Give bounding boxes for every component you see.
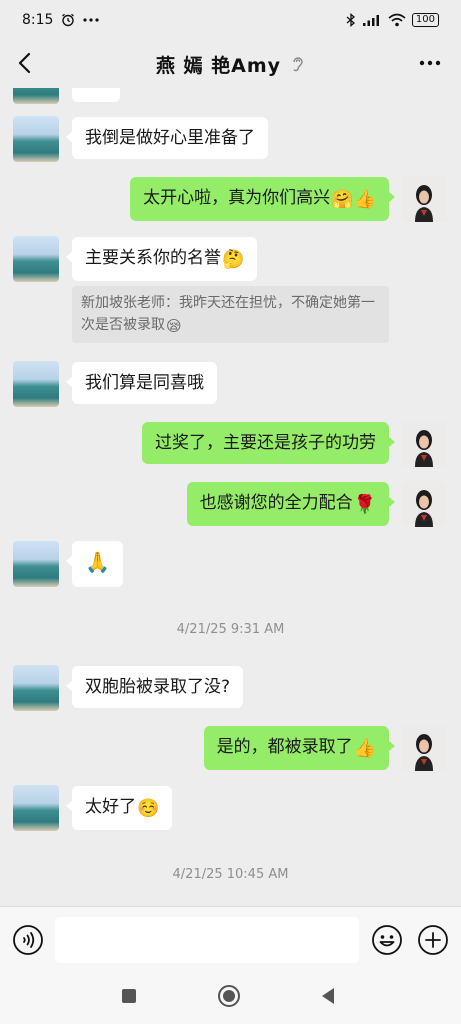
- message-bubble-outgoing[interactable]: 是的，都被录取了👍: [203, 726, 396, 770]
- message-bubble-incoming[interactable]: 主要关系你的名誉🤔: [65, 237, 258, 281]
- contact-avatar[interactable]: [13, 361, 59, 407]
- timestamp: 4/21/25 10:45 AM: [172, 867, 289, 882]
- recent-apps-icon[interactable]: [117, 984, 141, 1008]
- contact-avatar[interactable]: [13, 785, 59, 831]
- message-bubble-incoming[interactable]: 双胞胎被录取了没?: [65, 666, 244, 708]
- nav-back-icon[interactable]: [317, 984, 341, 1008]
- message-input[interactable]: [55, 917, 359, 963]
- chat-title: 燕 嫣 艳Amy: [155, 54, 282, 77]
- my-avatar[interactable]: [401, 421, 447, 467]
- message-text: 是的，都被录取了: [216, 737, 353, 757]
- signal-icon: [362, 15, 379, 26]
- hug-thumbs-up-emoji: 🤗👍: [331, 189, 376, 210]
- chat-header: 燕 嫣 艳Amy: [0, 40, 461, 88]
- status-time: 8:15: [22, 12, 54, 28]
- status-bar: 8:15 100: [0, 0, 461, 40]
- wifi-icon: [388, 13, 406, 27]
- earpiece-icon: [293, 57, 303, 72]
- emoji-icon[interactable]: [371, 924, 403, 956]
- more-options-icon[interactable]: [417, 50, 443, 76]
- message-bubble-outgoing[interactable]: 也感谢您的全力配合🌹: [186, 482, 396, 526]
- message-text: 过奖了，主要还是孩子的功劳: [155, 433, 376, 453]
- rose-emoji: 🌹: [353, 494, 376, 515]
- message-text: 太开心啦，真为你们高兴: [143, 188, 331, 208]
- plus-icon[interactable]: [417, 924, 449, 956]
- message-bubble-incoming[interactable]: 我们算是同喜哦: [66, 362, 217, 404]
- message-text: 主要关系你的名誉: [85, 248, 221, 268]
- more-dots-icon: [83, 18, 100, 22]
- my-avatar[interactable]: [401, 725, 447, 771]
- contact-avatar[interactable]: [13, 665, 59, 711]
- contact-avatar[interactable]: [13, 236, 59, 282]
- profile-photo: [401, 481, 447, 527]
- message-text: 太好了: [85, 797, 136, 817]
- input-bar: [0, 906, 461, 970]
- contact-avatar[interactable]: [13, 116, 59, 162]
- message-bubble-partial[interactable]: [72, 88, 120, 102]
- profile-photo: [401, 725, 447, 771]
- message-text: 我倒是做好心里准备了: [85, 128, 255, 148]
- pray-emoji: 🙏: [85, 550, 110, 574]
- message-list[interactable]: 我倒是做好心里准备了 太开心啦，真为你们高兴🤗👍 主要关系你的名誉🤔 新加坡张老…: [0, 88, 461, 906]
- message-bubble-incoming[interactable]: 太好了☺️: [65, 786, 173, 830]
- alarm-icon: [62, 13, 75, 27]
- thinking-emoji: 🤔: [222, 249, 245, 270]
- message-bubble-outgoing[interactable]: 太开心啦，真为你们高兴🤗👍: [130, 177, 395, 221]
- message-text: 我们算是同喜哦: [85, 373, 204, 393]
- message-text: 双胞胎被录取了没?: [85, 677, 231, 697]
- quoted-text: 新加坡张老师：我昨天还在担忧，不确定她第一次是否被录取: [81, 295, 375, 333]
- smiling-emoji: ☺️: [137, 798, 160, 819]
- contact-avatar[interactable]: [13, 541, 59, 587]
- message-bubble-incoming[interactable]: 🙏: [66, 541, 123, 587]
- contact-avatar[interactable]: [13, 88, 59, 104]
- timestamp: 4/21/25 9:31 AM: [176, 622, 285, 637]
- quoted-message[interactable]: 新加坡张老师：我昨天还在担忧，不确定她第一次是否被录取😪: [72, 286, 389, 343]
- voice-input-icon[interactable]: [12, 924, 44, 956]
- system-navigation-bar: [0, 970, 461, 1024]
- message-bubble-incoming[interactable]: 我倒是做好心里准备了: [66, 117, 268, 159]
- sleepy-emoji: 😪: [166, 317, 182, 335]
- my-avatar[interactable]: [401, 176, 447, 222]
- back-arrow-icon[interactable]: [14, 50, 38, 76]
- message-text: 也感谢您的全力配合: [199, 493, 353, 513]
- message-bubble-outgoing[interactable]: 过奖了，主要还是孩子的功劳: [142, 422, 395, 464]
- profile-photo: [401, 176, 447, 222]
- thumbs-up-emoji: 👍: [353, 738, 376, 759]
- my-avatar[interactable]: [401, 481, 447, 527]
- bluetooth-icon: [346, 13, 355, 27]
- battery-indicator: 100: [411, 13, 439, 27]
- home-icon[interactable]: [217, 984, 241, 1008]
- profile-photo: [401, 421, 447, 467]
